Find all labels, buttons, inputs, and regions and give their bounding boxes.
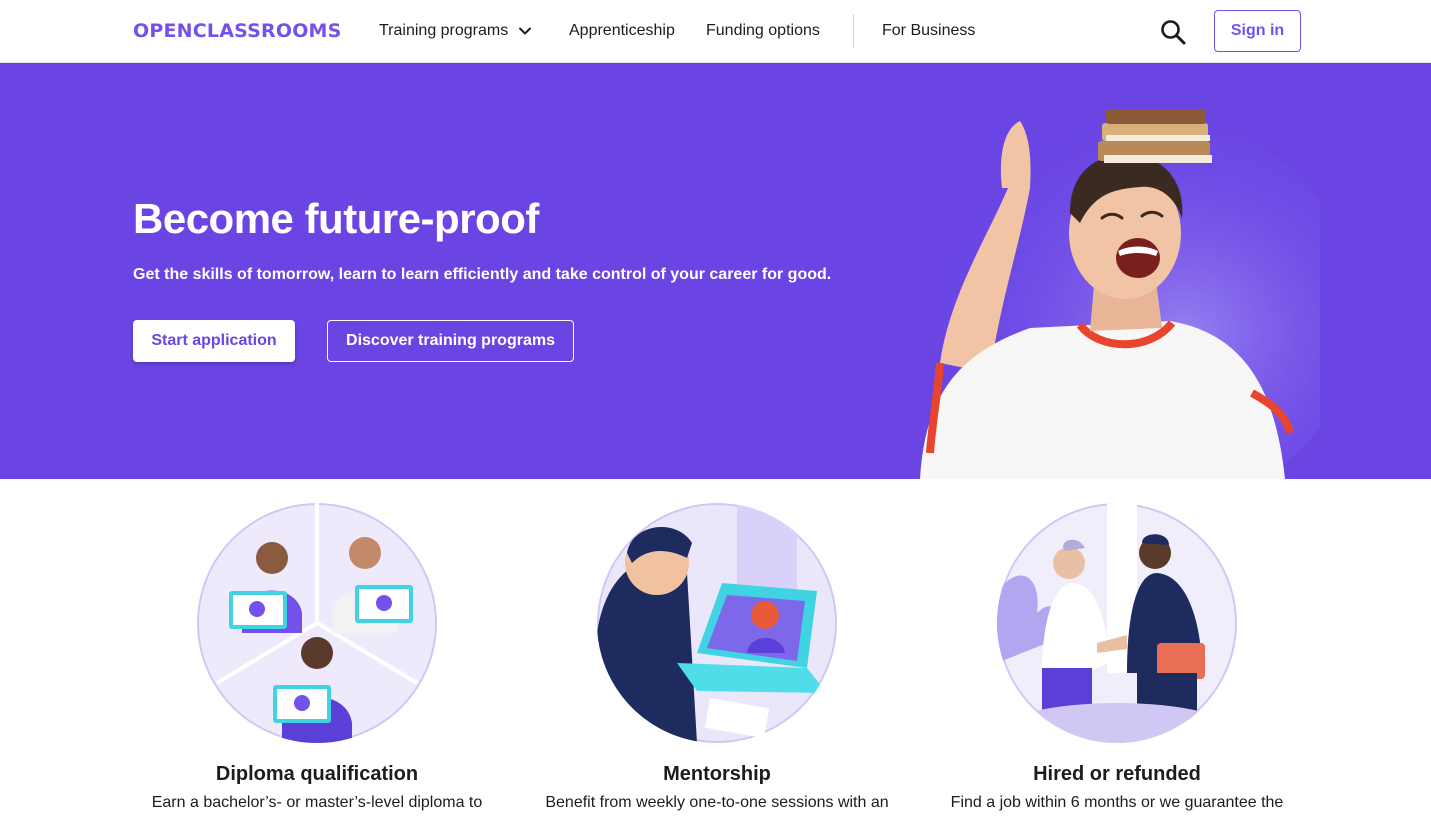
nav-for-business[interactable]: For Business bbox=[882, 20, 975, 42]
discover-training-programs-button[interactable]: Discover training programs bbox=[327, 320, 574, 362]
hero-student-photo bbox=[920, 109, 1320, 479]
feature-title: Mentorship bbox=[663, 763, 771, 785]
nav-training-label: Training programs bbox=[379, 22, 509, 39]
feature-description: Find a job within 6 months or we guarant… bbox=[950, 794, 1284, 811]
nav-apprenticeship[interactable]: Apprenticeship bbox=[569, 20, 675, 42]
chevron-down-icon bbox=[519, 27, 532, 35]
feature-hired-or-refunded: Hired or refunded Find a job within 6 mo… bbox=[927, 503, 1307, 812]
openclassrooms-logo[interactable]: OPENCLASSROOMS bbox=[133, 19, 342, 43]
nav-divider bbox=[853, 14, 854, 48]
feature-mentorship: Mentorship Benefit from weekly one-to-on… bbox=[527, 503, 907, 812]
nav-funding-options[interactable]: Funding options bbox=[706, 20, 820, 42]
logo-text: OPENCLASSROOMS bbox=[133, 20, 342, 42]
feature-description: Earn a bachelor’s- or master’s-level dip… bbox=[151, 794, 483, 811]
feature-title: Hired or refunded bbox=[1033, 763, 1201, 785]
sign-in-button[interactable]: Sign in bbox=[1214, 10, 1301, 52]
hero-title: Become future-proof bbox=[133, 195, 539, 242]
hero-banner: Become future-proof Get the skills of to… bbox=[0, 63, 1431, 479]
handshake-illustration bbox=[997, 503, 1237, 743]
hero-subtitle: Get the skills of tomorrow, learn to lea… bbox=[133, 266, 832, 283]
search-button[interactable] bbox=[1158, 17, 1188, 47]
start-application-button[interactable]: Start application bbox=[133, 320, 295, 362]
feature-title: Diploma qualification bbox=[215, 763, 419, 785]
feature-diploma: Diploma qualification Earn a bachelor’s-… bbox=[127, 503, 507, 812]
diploma-illustration bbox=[197, 503, 437, 743]
nav-training-programs[interactable]: Training programs bbox=[379, 20, 532, 42]
feature-description: Benefit from weekly one-to-one sessions … bbox=[545, 794, 889, 811]
site-header: OPENCLASSROOMS Training programs Apprent… bbox=[0, 0, 1431, 63]
search-icon bbox=[1161, 20, 1186, 45]
mentorship-illustration bbox=[597, 503, 837, 743]
